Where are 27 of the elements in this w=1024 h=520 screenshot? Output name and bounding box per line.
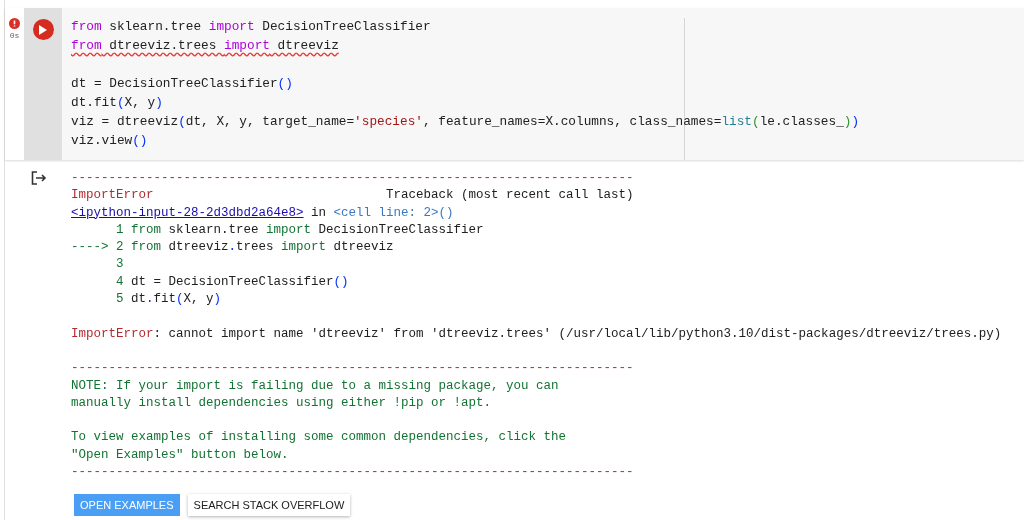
output-line: NOTE: If your import is failing due to a missing package, you can bbox=[71, 378, 559, 393]
output-line: --------------------------------------------------------------------------- bbox=[71, 171, 634, 185]
output-line: 1 from sklearn.tree import DecisionTreeClassifier bbox=[115, 222, 484, 237]
output-line: "Open Examples" button below. bbox=[71, 447, 289, 462]
play-icon bbox=[39, 24, 47, 35]
output-line: ImportError: cannot import name 'dtreeviz' from 'dtreeviz.trees' (/usr/local/lib/python3.10/dist-packages/dtreeviz/trees.py) bbox=[71, 326, 1002, 341]
output-line: 3 bbox=[115, 257, 124, 272]
code-line: dt.fit(X, y) bbox=[71, 95, 163, 110]
output-line: ----> 2 from dtreeviz.trees import dtreeviz bbox=[71, 240, 394, 255]
code-line: dt = DecisionTreeClassifier() bbox=[71, 76, 293, 91]
code-line: from dtreeviz.trees import dtreeviz bbox=[71, 38, 339, 53]
output-line: manually install dependencies using either !pip or !apt. bbox=[71, 395, 492, 410]
code-line: viz = dtreeviz(dt, X, y, target_name='species', feature_names=X.columns, class_names=list(le.classes_)) bbox=[71, 114, 860, 129]
execution-time: 0s bbox=[9, 30, 20, 42]
output-line: 5 dt.fit(X, y) bbox=[115, 292, 222, 307]
search-button[interactable]: SEARCH STACK OVERFLOW bbox=[187, 494, 351, 517]
run-button[interactable] bbox=[32, 19, 54, 40]
output-line: --------------------------------------------------------------------------- bbox=[71, 465, 634, 480]
code-line: viz.view() bbox=[71, 133, 148, 148]
output-icon[interactable] bbox=[30, 171, 47, 185]
output-line: --------------------------------------------------------------------------- bbox=[71, 361, 634, 376]
code-line: from sklearn.tree import DecisionTreeClassifier bbox=[71, 19, 431, 34]
output-line: To view examples of installing some common dependencies, click the bbox=[71, 430, 567, 445]
output-line: ImportError Traceback (most recent call last) bbox=[71, 188, 634, 203]
code-editor[interactable] bbox=[62, 8, 1024, 160]
output-line: <ipython-input-28-2d3dbd2a64e8> in <cell line: 2>() bbox=[71, 205, 454, 220]
output-line: 4 dt = DecisionTreeClassifier() bbox=[115, 274, 349, 289]
